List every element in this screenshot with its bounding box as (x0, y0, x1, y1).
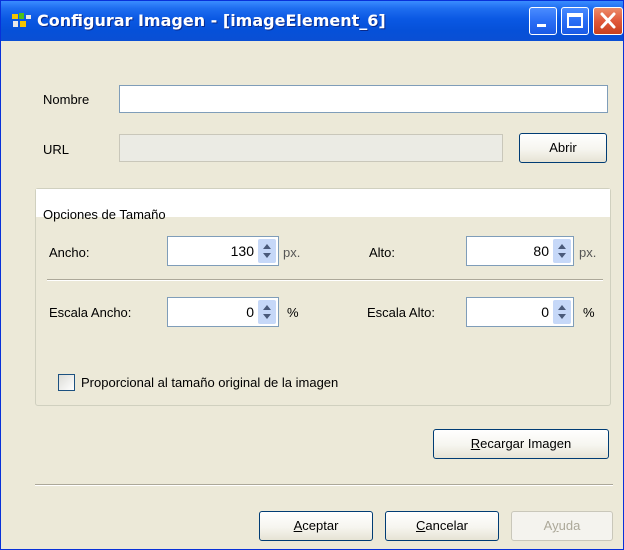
spin-arrows-icon (263, 244, 271, 258)
alto-spin-buttons[interactable] (553, 239, 571, 263)
ancho-spin-buttons[interactable] (258, 239, 276, 263)
spin-arrows-icon (558, 305, 566, 319)
nombre-input[interactable] (119, 85, 608, 113)
app-icon (12, 13, 31, 27)
recargar-mnemonic: R (470, 436, 481, 451)
recargar-imagen-button[interactable]: Recargar Imagen (433, 429, 609, 459)
minimize-icon (537, 24, 546, 27)
alto-label: Alto: (369, 245, 396, 260)
escala-ancho-value[interactable]: 0 (246, 298, 254, 326)
maximize-icon (567, 13, 583, 28)
spin-arrows-icon (558, 244, 566, 258)
escala-ancho-spinner[interactable]: 0 (167, 297, 279, 327)
row-separator (47, 279, 603, 281)
alto-unit: px. (579, 245, 597, 260)
aceptar-mnemonic: A (293, 518, 303, 533)
minimize-button[interactable] (529, 7, 557, 35)
nombre-label: Nombre (43, 92, 90, 107)
proporcional-checkbox[interactable] (58, 374, 75, 391)
dialog-window: Configurar Imagen - [imageElement_6] Nom… (0, 0, 624, 550)
ancho-unit: px. (283, 245, 301, 260)
title-bar[interactable]: Configurar Imagen - [imageElement_6] (1, 1, 623, 41)
escala-ancho-spin-buttons[interactable] (258, 300, 276, 324)
ayuda-label-pre: A (543, 518, 553, 533)
url-input[interactable] (119, 134, 503, 162)
escala-alto-unit: % (583, 305, 595, 320)
maximize-button[interactable] (561, 7, 589, 35)
ayuda-label-post: uda (558, 518, 581, 533)
alto-spinner[interactable]: 80 (466, 236, 574, 266)
aceptar-label: ceptar (302, 518, 339, 533)
escala-ancho-unit: % (287, 305, 299, 320)
close-button[interactable] (593, 7, 623, 35)
cancelar-mnemonic: C (415, 518, 426, 533)
footer-separator (35, 484, 613, 486)
cancelar-label: ancelar (425, 518, 469, 533)
recargar-label: ecargar Imagen (480, 436, 572, 451)
escala-alto-label: Escala Alto: (367, 305, 435, 320)
escala-alto-spinner[interactable]: 0 (466, 297, 574, 327)
escala-ancho-label: Escala Ancho: (49, 305, 132, 320)
close-icon (600, 12, 616, 29)
proporcional-label[interactable]: Proporcional al tamaño original de la im… (81, 375, 338, 390)
ancho-label: Ancho: (49, 245, 90, 260)
cancelar-button[interactable]: Cancelar (385, 511, 499, 541)
abrir-button[interactable]: Abrir (519, 133, 607, 163)
url-label: URL (43, 142, 70, 157)
spin-arrows-icon (263, 305, 271, 319)
window-title: Configurar Imagen - [imageElement_6] (37, 11, 386, 30)
size-options-title: Opciones de Tamaño (43, 207, 166, 222)
alto-value[interactable]: 80 (533, 237, 549, 265)
aceptar-button[interactable]: Aceptar (259, 511, 373, 541)
ancho-spinner[interactable]: 130 (167, 236, 279, 266)
escala-alto-spin-buttons[interactable] (553, 300, 571, 324)
ancho-value[interactable]: 130 (231, 237, 254, 265)
ayuda-button[interactable]: Ayuda (511, 511, 613, 541)
escala-alto-value[interactable]: 0 (541, 298, 549, 326)
